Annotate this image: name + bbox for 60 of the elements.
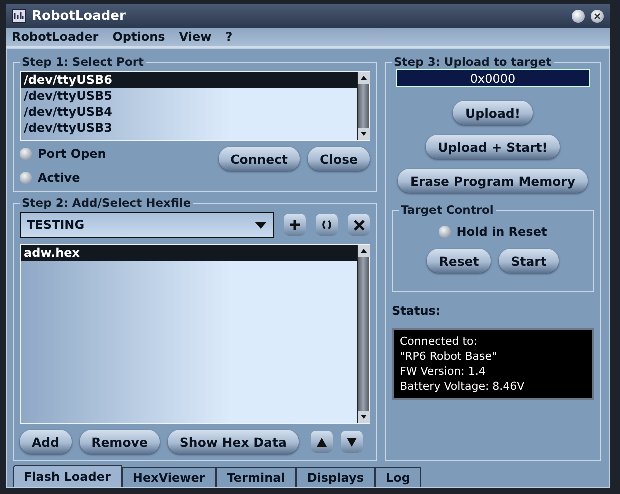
scrollbar[interactable] bbox=[357, 72, 369, 140]
tab[interactable]: Log bbox=[374, 467, 422, 487]
scroll-up-icon[interactable] bbox=[358, 245, 370, 257]
down-triangle-icon bbox=[346, 438, 357, 446]
scroll-down-icon[interactable] bbox=[358, 411, 370, 423]
close-button[interactable] bbox=[591, 10, 604, 22]
menu-item[interactable]: Options bbox=[112, 30, 166, 44]
menu-item[interactable]: ? bbox=[226, 30, 233, 44]
hexfile-button[interactable]: Add bbox=[20, 430, 72, 454]
port-item[interactable]: /dev/ttyUSB6 bbox=[21, 72, 357, 88]
target-button[interactable]: Reset bbox=[427, 249, 492, 273]
minimize-button[interactable] bbox=[572, 10, 585, 22]
hexfile-item[interactable]: adw.hex bbox=[21, 245, 357, 261]
status-label: Status: bbox=[392, 304, 442, 318]
port-item[interactable]: /dev/ttyUSB3 bbox=[21, 120, 357, 136]
status-line: FW Version: 1.4 bbox=[400, 364, 487, 379]
move-up-button[interactable] bbox=[310, 431, 333, 453]
tab[interactable]: Displays bbox=[296, 467, 375, 487]
menu-item[interactable]: View bbox=[179, 30, 212, 44]
category-dropdown[interactable]: TESTING bbox=[20, 212, 274, 238]
status-line: Connected to: bbox=[400, 334, 478, 349]
group-title: Step 3: Upload to target bbox=[393, 55, 553, 69]
group-title: Step 2: Add/Select Hexfile bbox=[21, 196, 192, 210]
indicator-label: Hold in Reset bbox=[456, 225, 548, 239]
group-title: Target Control bbox=[400, 203, 495, 217]
upload-button[interactable]: Upload + Start! bbox=[426, 135, 560, 159]
delete-category-button[interactable] bbox=[348, 214, 370, 236]
target-button[interactable]: Start bbox=[499, 249, 559, 273]
port-item[interactable]: /dev/ttyUSB5 bbox=[21, 88, 357, 104]
scroll-down-icon[interactable] bbox=[358, 128, 370, 140]
group-title: Step 1: Select Port bbox=[21, 55, 146, 69]
status-line: Battery Voltage: 8.46V bbox=[400, 379, 526, 394]
tab[interactable]: Terminal bbox=[216, 467, 296, 487]
menu-item[interactable]: RobotLoader bbox=[12, 30, 99, 44]
port-button[interactable]: Close bbox=[308, 147, 370, 171]
indicator-label: Port Open bbox=[38, 147, 106, 161]
close-icon bbox=[354, 220, 364, 230]
status-line: "RP6 Robot Base" bbox=[400, 349, 498, 364]
window-title: RobotLoader bbox=[32, 8, 127, 24]
port-item[interactable]: /dev/ttyUSB4 bbox=[21, 104, 357, 120]
move-down-button[interactable] bbox=[340, 431, 363, 453]
add-category-button[interactable] bbox=[284, 214, 306, 236]
hexfile-button[interactable]: Remove bbox=[80, 430, 160, 454]
scroll-up-icon[interactable] bbox=[358, 72, 370, 84]
port-button[interactable]: Connect bbox=[218, 147, 300, 171]
address-display: 0x0000 bbox=[396, 69, 590, 87]
close-icon bbox=[594, 12, 601, 20]
upload-button[interactable]: Upload! bbox=[453, 101, 533, 125]
upload-button[interactable]: Erase Program Memory bbox=[398, 169, 588, 193]
tab[interactable]: Flash Loader bbox=[13, 465, 122, 487]
dropdown-arrow-icon bbox=[255, 222, 267, 228]
indicator-label: Active bbox=[38, 171, 80, 185]
hexfile-button[interactable]: Show Hex Data bbox=[168, 430, 299, 454]
rename-category-button[interactable] bbox=[316, 214, 338, 236]
app-icon bbox=[12, 9, 26, 23]
up-triangle-icon bbox=[316, 438, 327, 446]
tab[interactable]: HexViewer bbox=[122, 467, 216, 487]
plus-icon bbox=[289, 219, 301, 231]
scrollbar[interactable] bbox=[357, 245, 369, 423]
brackets-icon bbox=[321, 219, 333, 231]
